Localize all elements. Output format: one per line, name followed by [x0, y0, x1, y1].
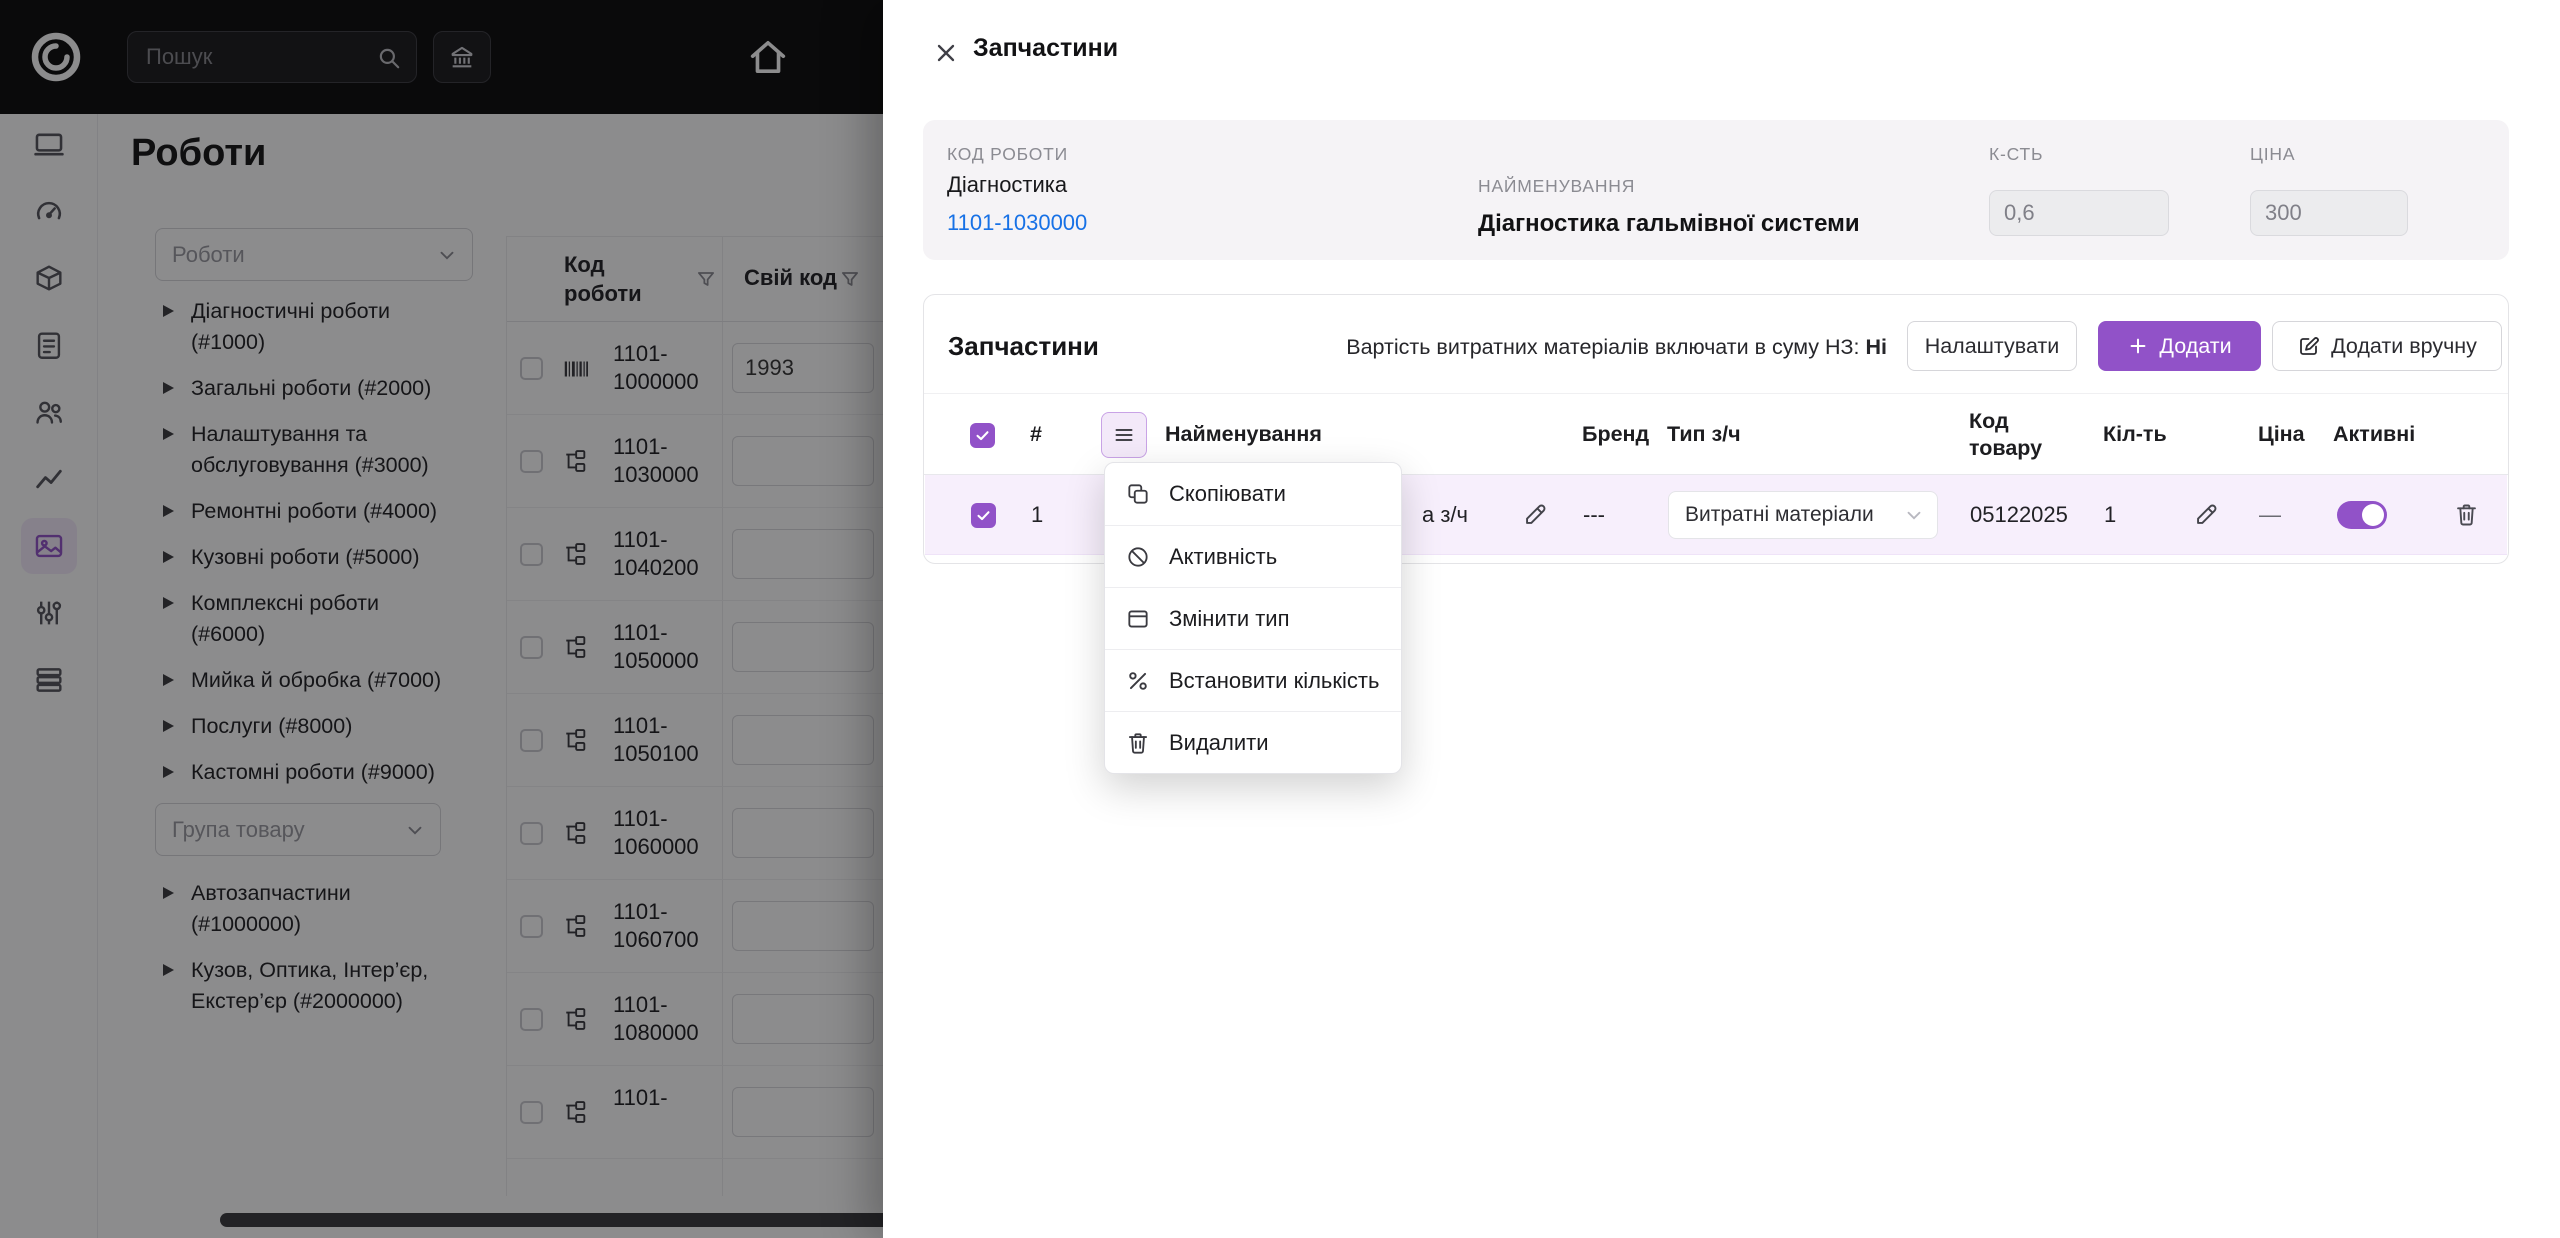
- copy-icon: [1125, 481, 1151, 507]
- column-header-price: Ціна: [2258, 422, 2305, 447]
- bulk-actions-menu-button[interactable]: [1101, 412, 1147, 458]
- change-type-icon: [1125, 606, 1151, 632]
- pencil-square-icon: [2297, 334, 2321, 358]
- part-type-select[interactable]: Витратні матеріали: [1668, 491, 1938, 539]
- add-manual-button[interactable]: Додати вручну: [2272, 321, 2502, 371]
- parts-drawer: Запчастини КОД РОБОТИ Діагностика 1101-1…: [883, 0, 2560, 1238]
- plus-icon: [2127, 335, 2149, 357]
- add-part-button[interactable]: Додати: [2098, 321, 2261, 371]
- select-all-checkbox[interactable]: [970, 423, 995, 448]
- column-header-brand: Бренд: [1582, 422, 1649, 447]
- price-input[interactable]: [2250, 190, 2408, 236]
- price-label: ЦІНА: [2250, 144, 2295, 165]
- work-summary-card: КОД РОБОТИ Діагностика 1101-1030000 НАЙМ…: [923, 120, 2509, 260]
- code-label: КОД РОБОТИ: [947, 144, 1068, 165]
- qty-input[interactable]: [1989, 190, 2169, 236]
- column-header-index: #: [1030, 422, 1042, 447]
- row-index: 1: [1031, 502, 1043, 528]
- work-code-link[interactable]: 1101-1030000: [947, 210, 1087, 236]
- column-header-product-code: Код товару: [1969, 408, 2064, 462]
- work-name: Діагностика гальмівної системи: [1478, 210, 1860, 238]
- part-brand: ---: [1583, 502, 1605, 528]
- menu-item-change-type[interactable]: Змінити тип: [1105, 587, 1401, 649]
- column-header-name: Найменування: [1165, 422, 1322, 447]
- consumables-note: Вартість витратних матеріалів включати в…: [1346, 335, 1887, 360]
- active-toggle[interactable]: [2337, 501, 2387, 529]
- name-label: НАЙМЕНУВАННЯ: [1478, 176, 1635, 197]
- menu-item-copy[interactable]: Скопіювати: [1105, 463, 1401, 525]
- chevron-down-icon: [1903, 504, 1925, 526]
- consumables-value: Ні: [1866, 335, 1888, 359]
- edit-qty-pencil-icon[interactable]: [2193, 501, 2220, 528]
- edit-name-pencil-icon[interactable]: [1522, 501, 1549, 528]
- part-price: —: [2259, 502, 2281, 528]
- row-checkbox[interactable]: [971, 503, 996, 528]
- qty-label: К-СТЬ: [1989, 144, 2043, 165]
- configure-button[interactable]: Налаштувати: [1907, 321, 2077, 371]
- part-name-fragment: а з/ч: [1422, 502, 1468, 528]
- column-header-qty: Кіл-ть: [2103, 422, 2167, 447]
- bulk-actions-menu: Скопіювати Активність Змінити тип Встано…: [1104, 462, 1402, 774]
- menu-item-set-quantity[interactable]: Встановити кількість: [1105, 649, 1401, 711]
- work-group-name: Діагностика: [947, 172, 1067, 198]
- part-qty: 1: [2104, 502, 2116, 528]
- screen: Роботи Роботи Діагностичні роботи (#1000…: [0, 0, 2560, 1238]
- menu-item-delete[interactable]: Видалити: [1105, 711, 1401, 773]
- trash-icon: [1125, 730, 1151, 756]
- close-icon[interactable]: [929, 36, 963, 70]
- product-code: 05122025: [1970, 502, 2068, 528]
- delete-row-trash-icon[interactable]: [2453, 501, 2480, 528]
- column-header-type: Тип з/ч: [1667, 422, 1741, 447]
- ban-icon: [1125, 544, 1151, 570]
- percent-icon: [1125, 668, 1151, 694]
- column-header-active: Активні: [2333, 422, 2415, 447]
- drawer-title: Запчастини: [973, 34, 1118, 63]
- menu-item-activity[interactable]: Активність: [1105, 525, 1401, 587]
- section-title: Запчастини: [948, 331, 1099, 362]
